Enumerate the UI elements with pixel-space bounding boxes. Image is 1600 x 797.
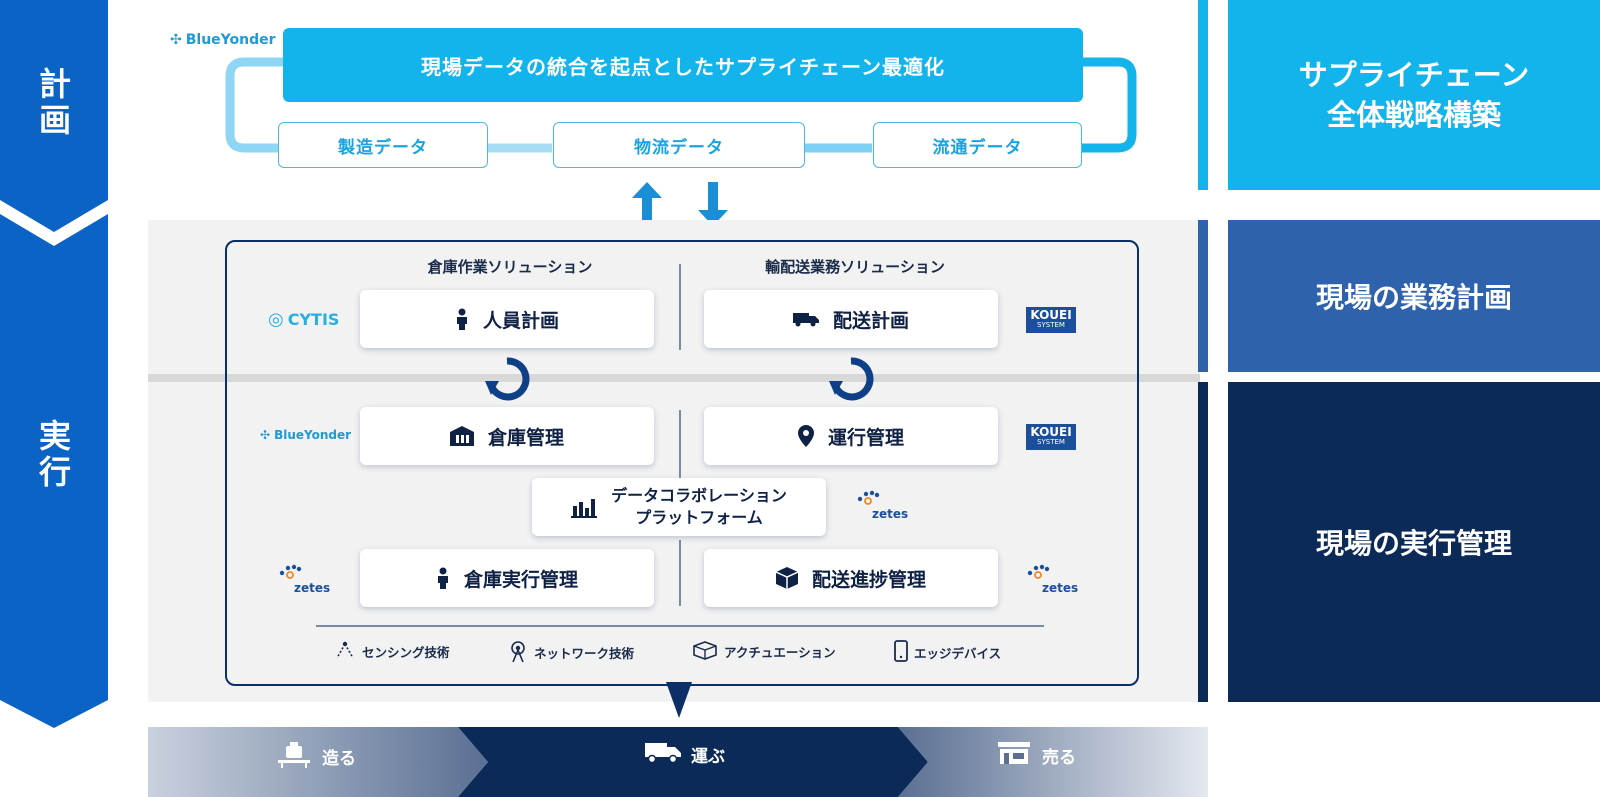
blue-yonder-logo-mid: ✣ BlueYonder	[260, 428, 351, 442]
data-box-logistics: 物流データ	[553, 122, 805, 168]
stage-label-plan: 計 画	[38, 65, 71, 139]
business-plan-label: 現場の業務計画	[1315, 281, 1512, 314]
zetes-text: zetes	[1042, 581, 1079, 595]
package-icon	[775, 567, 798, 589]
warehouse-execution-card: 倉庫実行管理	[360, 549, 654, 607]
delivery-plan-label: 配送計画	[832, 309, 909, 332]
center-divider-top	[679, 264, 681, 350]
tech-edge-device: エッジデバイス	[894, 640, 1001, 665]
zetes-text: zetes	[294, 581, 331, 595]
operation-management-card: 運行管理	[704, 407, 998, 465]
warehouse-execution-label: 倉庫実行管理	[463, 568, 578, 591]
staff-plan-card: 人員計画	[360, 290, 654, 348]
tech-actuation-label: アクチュエーション	[724, 645, 836, 660]
flow-carry: 運ぶ	[645, 740, 725, 769]
cytis-mark-icon: ◎	[268, 309, 284, 330]
flow-carry-label: 運ぶ	[691, 747, 725, 767]
blue-yonder-text: BlueYonder	[185, 32, 276, 48]
flow-make-label: 造る	[322, 749, 356, 769]
factory-machine-icon	[276, 740, 312, 773]
delivery-plan-card: 配送計画	[704, 290, 998, 348]
right-separator-business	[1198, 220, 1208, 372]
tech-actuation: アクチュエーション	[692, 640, 836, 663]
warehouse-management-card: 倉庫管理	[360, 407, 654, 465]
bar-chart-icon	[571, 496, 598, 518]
kouei-text: KOUEI	[1030, 308, 1072, 322]
business-plan-box: 現場の業務計画	[1228, 220, 1600, 372]
strategy-line2: 全体戦略構築	[1326, 98, 1501, 132]
center-divider-mid	[679, 410, 681, 480]
sensing-icon	[334, 640, 356, 663]
flow-make: 造る	[276, 740, 356, 773]
location-pin-icon	[797, 425, 814, 447]
execution-management-label: 現場の実行管理	[1315, 527, 1512, 560]
warehouse-solution-title: 倉庫作業ソリューション	[427, 258, 593, 276]
zetes-mark-icon	[1027, 564, 1050, 579]
blue-yonder-mark-icon: ✣	[170, 32, 182, 48]
blue-yonder-logo-top: ✣ BlueYonder	[170, 32, 276, 48]
kouei-subtext: SYSTEM	[1037, 438, 1065, 446]
zetes-logo-mid: zetes	[852, 490, 912, 524]
network-antenna-icon	[508, 640, 528, 665]
zetes-mark-icon	[857, 490, 880, 505]
cytis-logo: ◎ CYTIS	[268, 309, 339, 330]
tech-sensing-label: センシング技術	[362, 645, 450, 660]
kouei-logo-mid: KOUEI SYSTEM	[1026, 424, 1076, 450]
warehouse-management-label: 倉庫管理	[487, 426, 564, 449]
data-platform-line1: データコラボレーション	[611, 486, 787, 505]
blue-yonder-mark-icon: ✣	[260, 428, 271, 442]
flow-sell: 売る	[996, 740, 1076, 771]
cycle-icon-right	[829, 357, 874, 401]
staff-plan-label: 人員計画	[482, 309, 559, 332]
tech-sensing: センシング技術	[334, 640, 450, 663]
strategy-box: サプライチェーン 全体戦略構築	[1228, 0, 1600, 190]
data-platform-card: データコラボレーション プラットフォーム	[532, 478, 826, 536]
kouei-subtext: SYSTEM	[1037, 321, 1065, 329]
person-icon	[436, 567, 450, 589]
operation-management-label: 運行管理	[827, 426, 904, 449]
blue-yonder-text: BlueYonder	[274, 428, 352, 442]
tech-divider	[316, 625, 1044, 627]
tech-network: ネットワーク技術	[508, 640, 634, 665]
right-separator-strategy	[1198, 0, 1208, 190]
tech-network-label: ネットワーク技術	[534, 646, 635, 661]
delivery-progress-card: 配送進捗管理	[704, 549, 998, 607]
top-banner: 現場データの統合を起点としたサプライチェーン最適化	[283, 28, 1083, 102]
center-divider-bottom	[679, 540, 681, 606]
cytis-text: CYTIS	[287, 310, 340, 329]
truck-icon	[645, 740, 681, 769]
zetes-logo-right: zetes	[1022, 564, 1082, 598]
stage-label-execute: 実 行	[38, 417, 71, 491]
tech-edge-device-label: エッジデバイス	[914, 646, 1002, 661]
store-icon	[996, 740, 1032, 771]
flow-sell-label: 売る	[1042, 748, 1076, 768]
data-platform-line2: プラットフォーム	[635, 508, 763, 527]
data-platform-text: データコラボレーション プラットフォーム	[611, 485, 787, 529]
delivery-solution-title: 輸配送業務ソリューション	[765, 258, 945, 276]
data-box-distribution: 流通データ	[873, 122, 1082, 168]
delivery-progress-label: 配送進捗管理	[811, 568, 926, 591]
data-box-manufacturing: 製造データ	[278, 122, 488, 168]
strategy-line1: サプライチェーン	[1298, 58, 1530, 92]
zetes-text: zetes	[872, 507, 909, 521]
frame-bottom-pointer	[666, 682, 692, 718]
cycle-icon-left	[485, 357, 530, 401]
zetes-mark-icon	[279, 564, 302, 579]
warehouse-icon	[449, 426, 474, 446]
zetes-logo-left: zetes	[274, 564, 334, 598]
actuation-box-icon	[692, 640, 718, 663]
kouei-text: KOUEI	[1030, 425, 1072, 439]
person-icon	[455, 308, 469, 330]
truck-icon	[792, 311, 819, 327]
kouei-logo-top: KOUEI SYSTEM	[1026, 307, 1076, 333]
smartphone-icon	[894, 640, 908, 665]
right-separator-exec	[1198, 382, 1208, 702]
execution-management-box: 現場の実行管理	[1228, 382, 1600, 702]
